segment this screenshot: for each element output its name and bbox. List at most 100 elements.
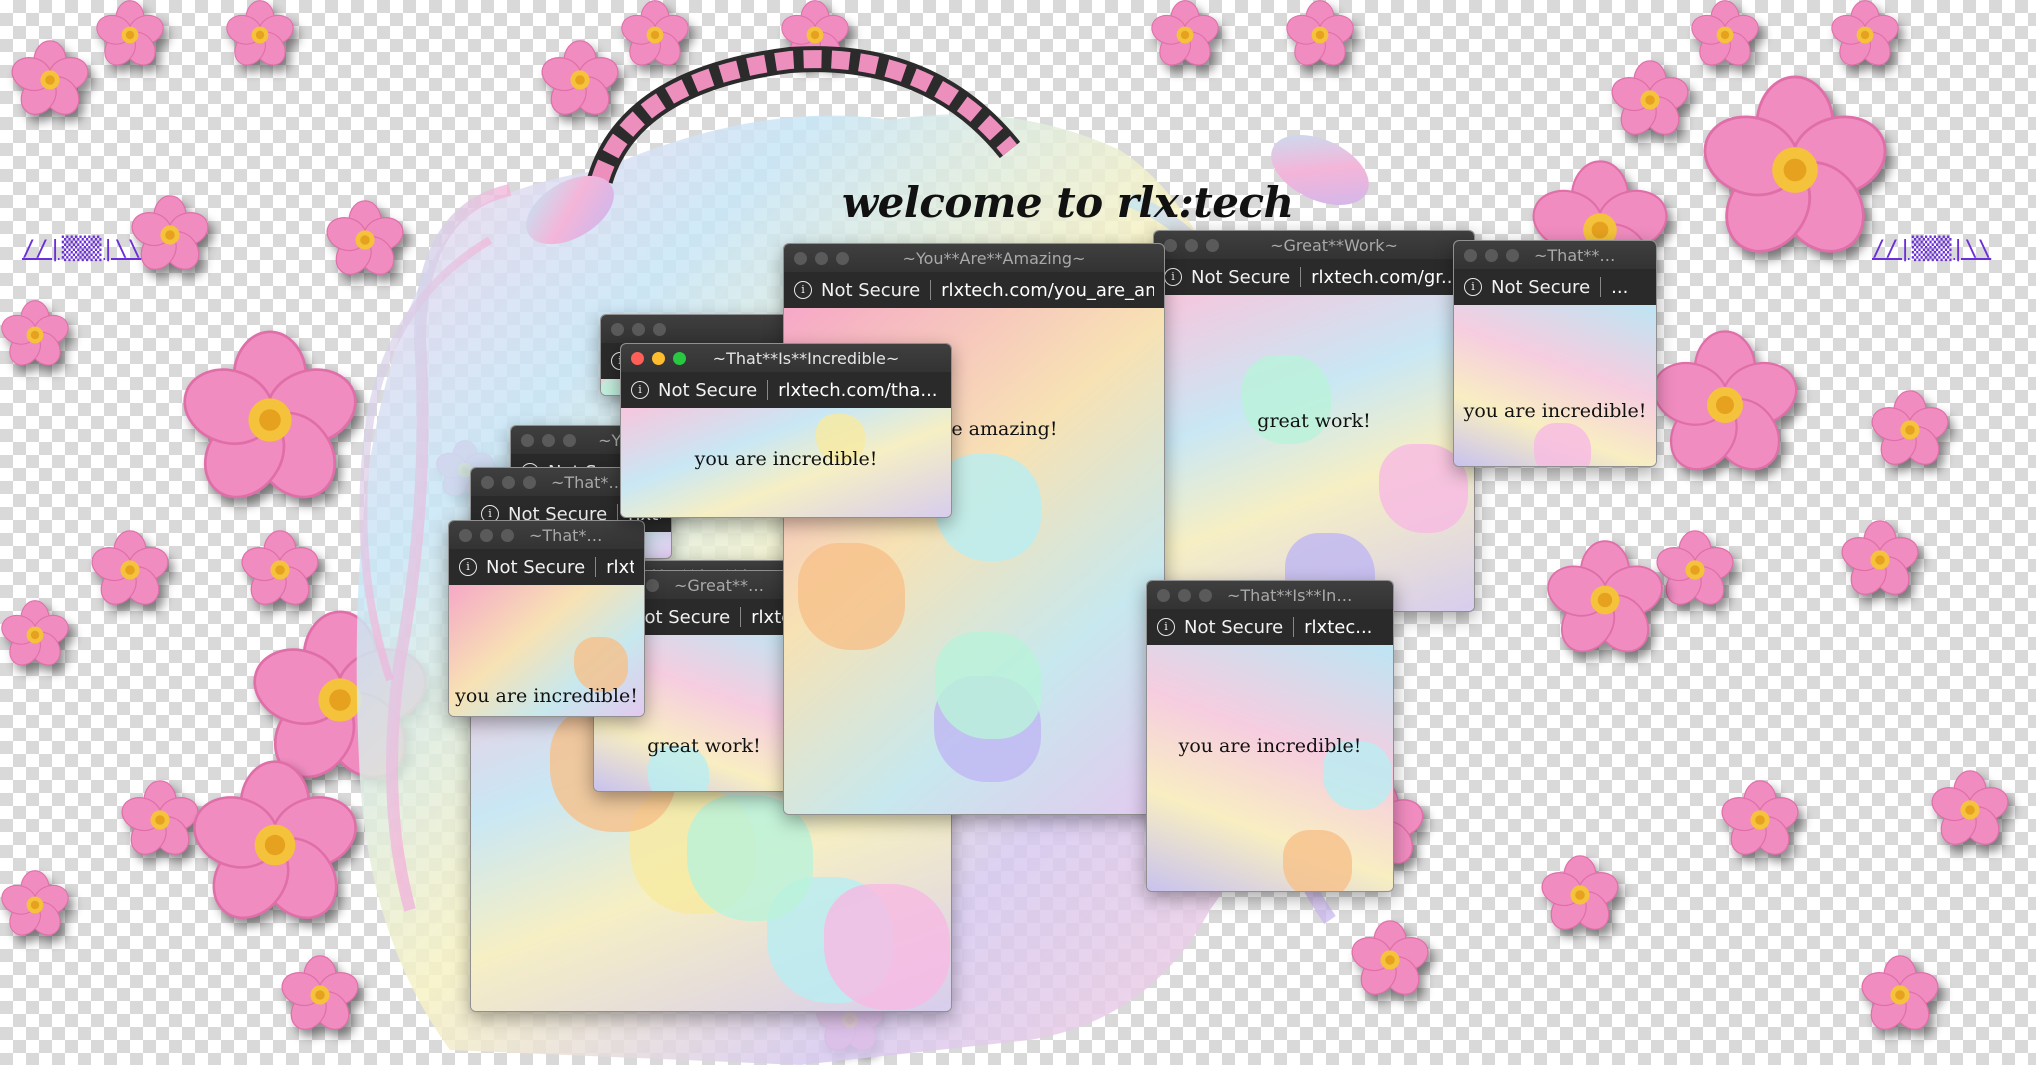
- window-message: you are incredible!: [694, 448, 878, 470]
- info-icon[interactable]: i: [794, 281, 812, 299]
- separator: [930, 280, 932, 300]
- flower-icon: [1720, 780, 1800, 860]
- url-text[interactable]: rlxtech.com/tha...: [778, 380, 937, 401]
- maximize-icon[interactable]: [563, 433, 576, 447]
- decor-blob: [573, 637, 629, 692]
- url-text[interactable]: rlxtech.com/gr...: [1311, 267, 1458, 288]
- flower-icon: [1830, 0, 1900, 70]
- maximize-icon[interactable]: [673, 351, 686, 365]
- close-icon[interactable]: [459, 528, 472, 542]
- info-icon[interactable]: i: [631, 381, 649, 399]
- separator: [1600, 277, 1602, 297]
- security-label: Not Secure: [821, 279, 921, 301]
- minimize-icon[interactable]: [632, 322, 645, 336]
- url-text[interactable]: rlxtech.com/you_are_amazing: [941, 280, 1154, 301]
- window-titlebar[interactable]: ~That**Is**Incredible~: [621, 344, 951, 372]
- flower-icon: [225, 0, 295, 70]
- url-text[interactable]: rlxtec...: [1304, 617, 1372, 638]
- flower-icon: [1690, 0, 1760, 70]
- window-message: great work!: [1257, 410, 1371, 432]
- decor-blob: [824, 884, 950, 1010]
- close-icon[interactable]: [521, 433, 534, 447]
- flower-icon: [240, 530, 320, 610]
- window-message: you are incredible!: [455, 685, 638, 707]
- info-icon[interactable]: i: [1157, 618, 1175, 636]
- minimize-icon[interactable]: [480, 528, 493, 542]
- browser-window[interactable]: ~That**Is**Incredible~ i Not Secure rlxt…: [620, 343, 952, 518]
- close-icon[interactable]: [794, 251, 807, 265]
- flower-icon: [1860, 955, 1940, 1035]
- flower-icon: [1700, 75, 1890, 265]
- window-content: you are incredible!: [621, 408, 951, 517]
- address-bar[interactable]: i Not Secure rlxtech.com/tha...: [621, 372, 951, 408]
- flower-icon: [0, 870, 70, 940]
- security-label: Not Secure: [1184, 616, 1284, 638]
- window-message: you are incredible!: [1178, 735, 1362, 757]
- window-titlebar[interactable]: ~That**Is**...: [449, 521, 644, 549]
- flower-icon: [1840, 520, 1920, 600]
- maximize-icon[interactable]: [501, 528, 514, 542]
- info-icon[interactable]: i: [459, 558, 477, 576]
- maximize-icon[interactable]: [523, 475, 536, 489]
- decor-blob: [1282, 829, 1352, 891]
- flower-icon: [95, 0, 165, 70]
- address-bar[interactable]: i Not Secure rlxtech.com/you_are_amazing: [784, 272, 1164, 308]
- minimize-icon[interactable]: [542, 433, 555, 447]
- separator: [767, 380, 769, 400]
- security-label: Not Secure: [631, 606, 731, 628]
- security-label: Not Secure: [1191, 266, 1291, 288]
- address-bar[interactable]: i Not Secure rlxtech.com/gr...: [1154, 259, 1474, 295]
- maximize-icon[interactable]: [653, 322, 666, 336]
- separator: [740, 607, 742, 627]
- close-icon[interactable]: [631, 351, 644, 365]
- flower-icon: [1930, 770, 2010, 850]
- minimize-icon[interactable]: [1485, 248, 1498, 262]
- close-icon[interactable]: [1464, 248, 1477, 262]
- maximize-icon[interactable]: [1199, 588, 1212, 602]
- close-icon[interactable]: [1164, 238, 1177, 252]
- browser-window[interactable]: ~Great**Work~ i Not Secure rlxtech.com/g…: [1153, 230, 1475, 612]
- maximize-icon[interactable]: [646, 578, 659, 592]
- side-link-left[interactable]: //|▒▒▒|\\: [22, 237, 141, 262]
- info-icon[interactable]: i: [1464, 278, 1482, 296]
- decor-blob: [798, 543, 905, 650]
- window-titlebar[interactable]: ~You**Are**Amazing~: [784, 244, 1164, 272]
- maximize-icon[interactable]: [1506, 248, 1519, 262]
- address-bar[interactable]: i Not Secure rlxtec...: [1147, 609, 1393, 645]
- window-content: you are incredible!: [1454, 305, 1656, 466]
- address-bar[interactable]: i Not Secure rlxtech.com/thats: [449, 549, 644, 585]
- info-icon[interactable]: i: [1164, 268, 1182, 286]
- browser-window[interactable]: ~That**Is**... i Not Secure rlxtech.com/…: [448, 520, 645, 717]
- browser-window[interactable]: ~That**Is**... i Not Secure ... you are …: [1453, 240, 1657, 467]
- flower-icon: [120, 780, 200, 860]
- window-titlebar[interactable]: ~That**Is**Incred...: [1147, 581, 1393, 609]
- url-text[interactable]: rlxtech.com/thats: [606, 557, 634, 578]
- address-bar[interactable]: i Not Secure ...: [1454, 269, 1656, 305]
- minimize-icon[interactable]: [815, 251, 828, 265]
- browser-window[interactable]: ~That**Is**Incred... i Not Secure rlxtec…: [1146, 580, 1394, 892]
- browser-window[interactable]: ~You**Are**Amazing~ i Not Secure rlxtech…: [783, 243, 1165, 815]
- security-label: Not Secure: [1491, 276, 1591, 298]
- url-text[interactable]: ...: [1611, 277, 1628, 298]
- window-titlebar[interactable]: ~Great**Work~: [1154, 231, 1474, 259]
- window-content: you are incredible!: [1147, 645, 1393, 891]
- maximize-icon[interactable]: [1206, 238, 1219, 252]
- flower-icon: [0, 600, 70, 670]
- window-content: great work!: [1154, 295, 1474, 611]
- maximize-icon[interactable]: [836, 251, 849, 265]
- minimize-icon[interactable]: [1185, 238, 1198, 252]
- window-content: you are incredible!: [449, 585, 644, 716]
- minimize-icon[interactable]: [502, 475, 515, 489]
- flower-icon: [10, 40, 90, 120]
- minimize-icon[interactable]: [652, 351, 665, 365]
- close-icon[interactable]: [481, 475, 494, 489]
- close-icon[interactable]: [611, 322, 624, 336]
- window-titlebar[interactable]: ~That**Is**...: [1454, 241, 1656, 269]
- close-icon[interactable]: [1157, 588, 1170, 602]
- minimize-icon[interactable]: [1178, 588, 1191, 602]
- side-link-right[interactable]: //|▒▒▒|\\: [1872, 237, 1991, 262]
- decor-blob: [935, 632, 1042, 739]
- flower-icon: [1870, 390, 1950, 470]
- window-titlebar[interactable]: [601, 315, 801, 343]
- separator: [1293, 617, 1295, 637]
